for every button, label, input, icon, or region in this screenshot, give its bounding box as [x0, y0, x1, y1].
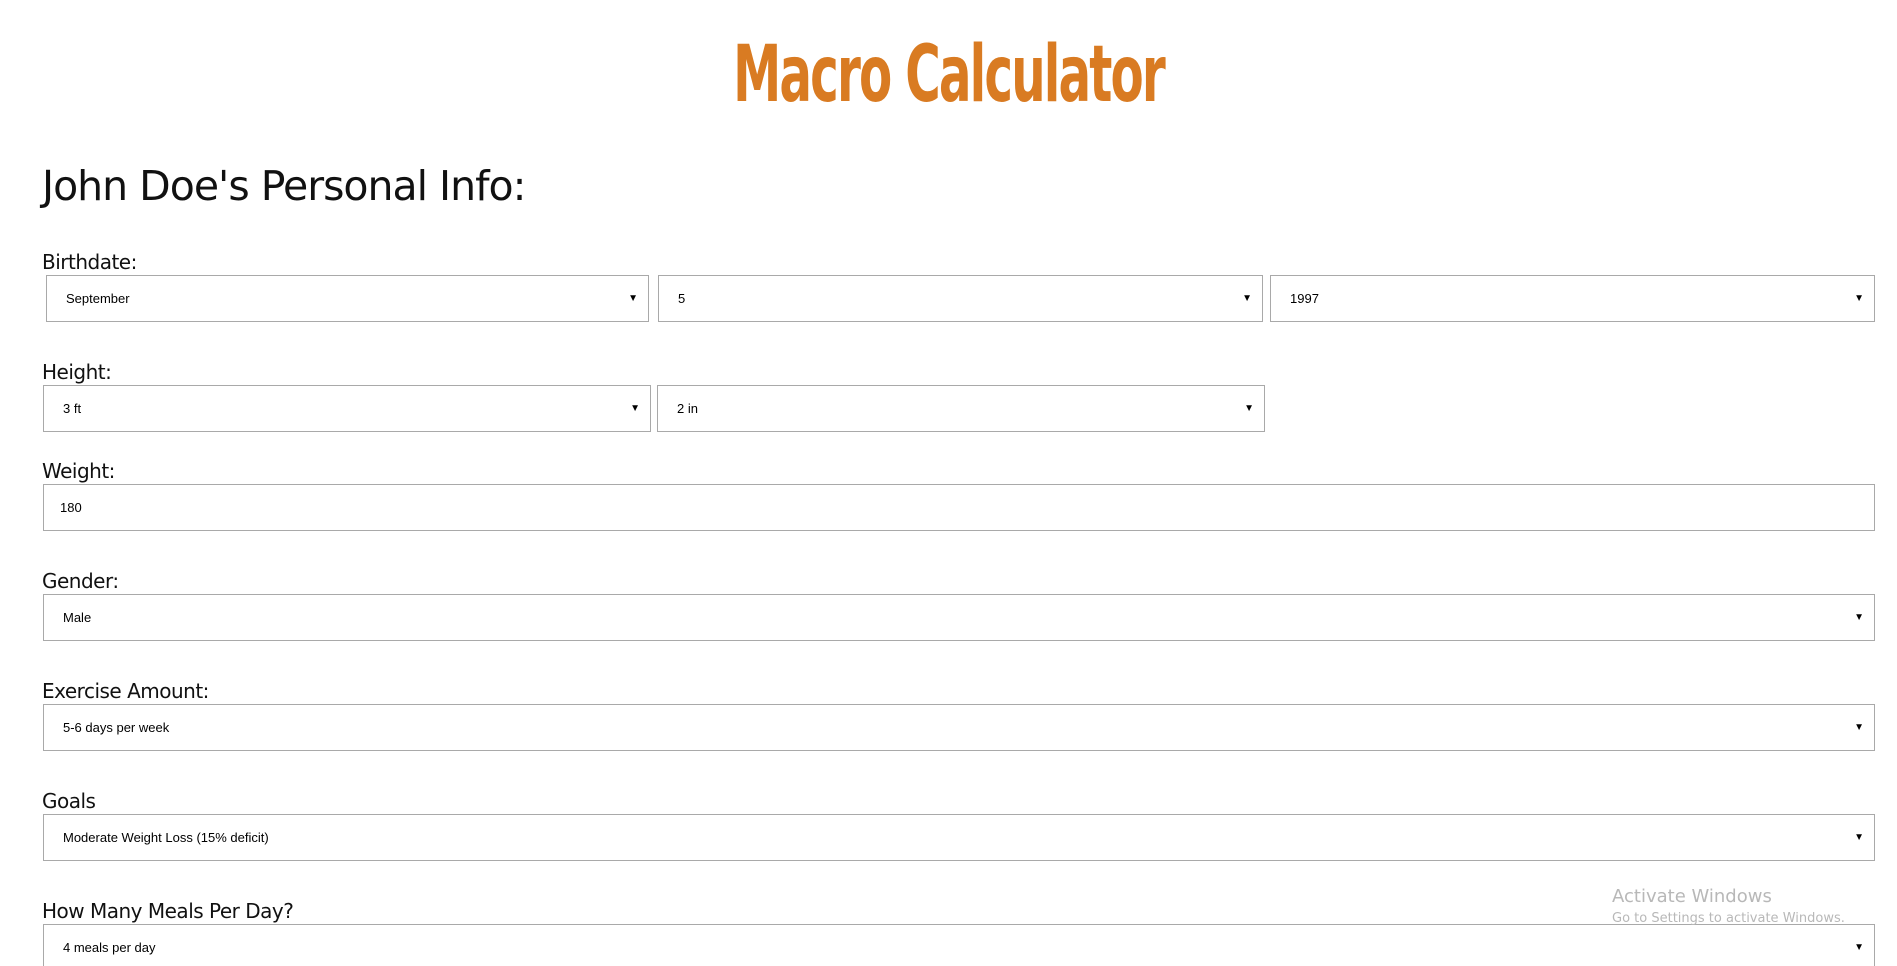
macro-calculator-page: Macro Calculator John Doe's Personal Inf…	[0, 0, 1897, 966]
birth-month-select[interactable]: September ▼	[46, 275, 649, 322]
birth-year-value: 1997	[1290, 291, 1319, 306]
watermark-title: Activate Windows	[1612, 886, 1772, 907]
weight-value: 180	[60, 500, 82, 515]
goals-value: Moderate Weight Loss (15% deficit)	[63, 830, 269, 845]
gender-label: Gender:	[42, 569, 119, 593]
meals-label: How Many Meals Per Day?	[42, 899, 294, 923]
exercise-label: Exercise Amount:	[42, 679, 209, 703]
birth-year-select[interactable]: 1997 ▼	[1270, 275, 1875, 322]
chevron-down-icon: ▼	[1854, 831, 1864, 843]
goals-label: Goals	[42, 789, 96, 813]
height-inches-value: 2 in	[677, 401, 698, 416]
height-feet-value: 3 ft	[63, 401, 82, 416]
birthdate-label: Birthdate:	[42, 250, 137, 274]
birth-day-select[interactable]: 5 ▼	[658, 275, 1263, 322]
goals-select[interactable]: Moderate Weight Loss (15% deficit) ▼	[43, 814, 1875, 861]
chevron-down-icon: ▼	[1854, 292, 1864, 304]
chevron-down-icon: ▼	[1244, 402, 1254, 414]
exercise-select[interactable]: 5-6 days per week ▼	[43, 704, 1875, 751]
weight-label: Weight:	[42, 459, 115, 483]
gender-select[interactable]: Male ▼	[43, 594, 1875, 641]
chevron-down-icon: ▼	[628, 292, 638, 304]
gender-value: Male	[63, 610, 92, 625]
birth-day-value: 5	[678, 291, 686, 306]
chevron-down-icon: ▼	[1854, 721, 1864, 733]
chevron-down-icon: ▼	[1854, 941, 1864, 953]
personal-info-heading: John Doe's Personal Info:	[42, 162, 526, 210]
height-feet-select[interactable]: 3 ft ▼	[43, 385, 651, 432]
app-title: Macro Calculator	[733, 30, 1166, 120]
activate-windows-watermark: Activate Windows Go to Settings to activ…	[1612, 886, 1845, 926]
height-inches-select[interactable]: 2 in ▼	[657, 385, 1265, 432]
meals-value: 4 meals per day	[63, 940, 156, 955]
exercise-value: 5-6 days per week	[63, 720, 170, 735]
height-label: Height:	[42, 360, 112, 384]
birth-month-value: September	[66, 291, 130, 306]
chevron-down-icon: ▼	[630, 402, 640, 414]
chevron-down-icon: ▼	[1854, 611, 1864, 623]
chevron-down-icon: ▼	[1242, 292, 1252, 304]
meals-select[interactable]: 4 meals per day ▼	[43, 924, 1875, 966]
weight-input[interactable]: 180	[43, 484, 1875, 531]
